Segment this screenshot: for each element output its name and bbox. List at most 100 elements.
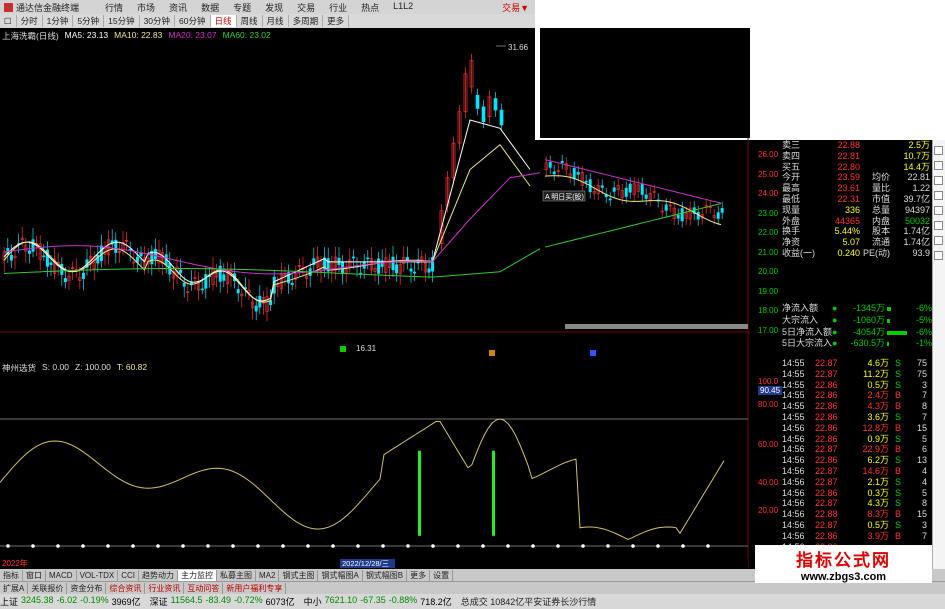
candle-body <box>413 271 417 274</box>
zero-dot <box>156 544 160 548</box>
volume-bar <box>565 324 748 329</box>
quote-value: 5.07 <box>842 237 860 248</box>
zero-dot <box>381 544 385 548</box>
quote-row: 最高 23.61 量比 1.22 <box>782 183 932 194</box>
flow-row: 5日大宗流入 ● -630.5万 -1% <box>782 338 932 350</box>
tool-icon[interactable] <box>934 161 943 170</box>
indicator-tab[interactable]: 窗口 <box>23 569 46 581</box>
quote-value: 23.61 <box>837 183 860 194</box>
period-tab[interactable]: 周线 <box>237 15 263 27</box>
tick-volume: 8.3万 <box>867 509 889 520</box>
tool-icon[interactable] <box>934 251 943 260</box>
tick-count: 4 <box>921 476 927 487</box>
tick-time: 14:56 <box>782 509 805 520</box>
tool-icon[interactable] <box>934 236 943 245</box>
menu-item[interactable]: 行业 <box>329 1 347 14</box>
tick-time: 14:56 <box>782 465 805 476</box>
tick-count: 15 <box>916 422 927 433</box>
quote-label: 换手 <box>782 226 801 237</box>
tick-price: 22.86 <box>815 401 838 412</box>
indicator-tab[interactable]: 私募主图 <box>217 569 257 581</box>
tick-row: 14:56 22.86 6.2万 S 13 <box>782 455 932 466</box>
price-axis-label: 22.00 <box>758 228 779 237</box>
tick-side: S <box>894 476 901 487</box>
info-tab[interactable]: 互动问答 <box>184 582 224 594</box>
indicator-tab[interactable]: MACD <box>46 569 77 581</box>
menu-item[interactable]: 交易 <box>297 1 315 14</box>
indicator-tab[interactable]: MA2 <box>256 569 280 581</box>
tool-icon[interactable] <box>934 176 943 185</box>
info-tab[interactable]: 扩展A <box>0 582 29 594</box>
candle-body <box>628 183 632 193</box>
info-tab[interactable]: 综合资讯 <box>106 582 146 594</box>
tool-icon[interactable] <box>934 146 943 155</box>
info-tab[interactable]: 新用户福利专享 <box>223 582 287 594</box>
flow-bar-fill <box>887 318 891 323</box>
period-tab[interactable]: 多周期 <box>289 15 324 27</box>
quote-value-2: 39.7亿 <box>903 193 930 204</box>
menu-item[interactable]: 数据 <box>201 1 219 14</box>
menu-item[interactable]: 行情 <box>105 1 123 14</box>
indicator-tab[interactable]: 更多 <box>407 569 431 581</box>
tool-icon[interactable] <box>934 206 943 215</box>
period-tab[interactable]: 分时 <box>17 15 43 27</box>
indicator-tab[interactable]: 主力监控 <box>178 569 218 581</box>
quote-value: 44365 <box>834 215 860 226</box>
signal-marker <box>489 350 495 356</box>
trade-menu-button[interactable]: 交易▼ <box>502 1 529 14</box>
tool-icon[interactable] <box>934 191 943 200</box>
info-tab[interactable]: 资金分布 <box>67 582 107 594</box>
price-axis-label: 23.00 <box>758 208 779 218</box>
tick-side: B <box>894 509 901 520</box>
indicator-tab[interactable]: 钢式幅图A <box>318 569 363 581</box>
period-tab[interactable]: 30分钟 <box>140 15 176 27</box>
menu-item[interactable]: L1L2 <box>393 1 413 14</box>
index-quote[interactable]: 深证 11564.5 -83.49 -0.72% 6073亿 <box>150 595 298 608</box>
indicator-tab[interactable]: 设置 <box>430 569 454 581</box>
indicator-tab[interactable]: 指标 <box>0 569 23 581</box>
tick-price: 22.86 <box>815 379 838 390</box>
candle-body <box>499 109 504 126</box>
index-quote[interactable]: 中小 7621.10 -67.35 -0.88% 718.2亿 <box>304 595 455 608</box>
indicator-tab[interactable]: 钢式幅图B <box>363 569 408 581</box>
period-tab[interactable]: 60分钟 <box>175 15 211 27</box>
price-axis-label: 26.00 <box>758 150 779 159</box>
period-tab[interactable]: 更多 <box>323 15 350 27</box>
tick-price: 22.86 <box>815 422 838 433</box>
period-tab[interactable]: 月线 <box>263 15 289 27</box>
flow-value: -1345万 <box>852 303 885 313</box>
candle-body <box>409 268 413 272</box>
indicator-tab[interactable]: VOL-TDX <box>77 569 119 581</box>
tool-icon[interactable] <box>934 221 943 230</box>
indicator-tab[interactable]: 钢式主图 <box>279 569 319 581</box>
tick-time: 14:55 <box>782 390 805 401</box>
tick-price: 22.86 <box>815 433 838 444</box>
period-tab[interactable]: 5分钟 <box>73 15 105 27</box>
candle-body <box>576 172 580 175</box>
tick-volume: 0.3万 <box>867 487 889 498</box>
tick-side: B <box>894 422 901 433</box>
tick-count: 8 <box>921 401 927 412</box>
info-tab[interactable]: 关联报价 <box>28 582 68 594</box>
menu-item[interactable]: 市场 <box>137 1 155 14</box>
tick-volume: 3.9万 <box>867 530 889 541</box>
menu-item[interactable]: 热点 <box>361 1 379 14</box>
quote-label-2: 内盘 <box>871 215 890 226</box>
side-tool-icons <box>932 140 945 266</box>
kline-chart[interactable]: A 明日买(股) 31.66 16.31 2022年 2022/12/28/三 <box>0 28 780 568</box>
info-tab[interactable]: 行业资讯 <box>145 582 185 594</box>
period-tab[interactable]: 日线 <box>210 15 237 27</box>
indicator-tab[interactable]: 趋势动力 <box>139 569 179 581</box>
indicator-tab[interactable]: CCI <box>118 569 140 581</box>
menu-item[interactable]: 发现 <box>265 1 283 14</box>
menu-item[interactable]: 专题 <box>233 1 251 14</box>
index-quote[interactable]: 上证 3245.38 -6.02 -0.19% 3969亿 <box>0 595 144 608</box>
index-value: 3245.38 <box>21 595 54 605</box>
period-tab[interactable]: 1分钟 <box>43 15 74 27</box>
index-name: 上证 <box>0 597 19 607</box>
toolbar-toggle-icon[interactable]: ☐ <box>0 15 17 27</box>
quote-label-2: 股本 <box>871 226 890 237</box>
period-tab[interactable]: 15分钟 <box>104 15 140 27</box>
candle-body <box>218 265 222 282</box>
menu-item[interactable]: 资讯 <box>169 1 187 14</box>
